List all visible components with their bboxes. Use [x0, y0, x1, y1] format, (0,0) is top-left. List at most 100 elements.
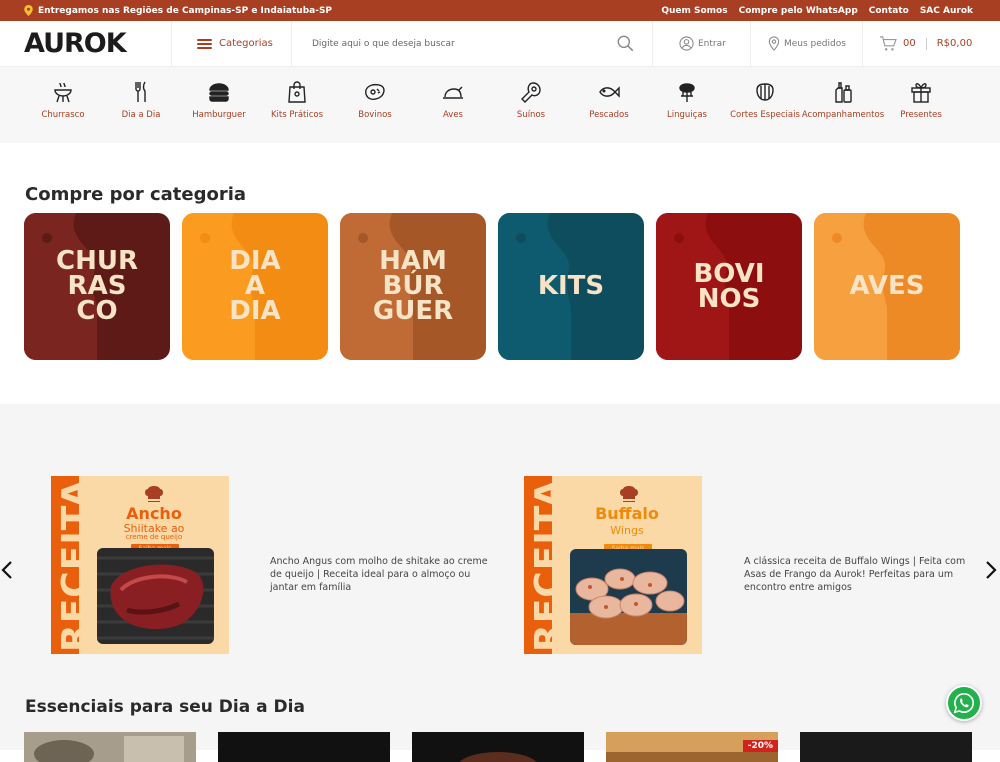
card-label: KITS	[537, 271, 605, 301]
product-card[interactable]: -20%	[606, 732, 778, 762]
product-card[interactable]	[218, 732, 390, 762]
nav-label: Cortes Especiais	[730, 110, 800, 120]
categories-button[interactable]: Categorias	[172, 21, 292, 66]
recipe-slide-ancho[interactable]: RECEITA Ancho Shiitake ao creme de queij…	[51, 476, 229, 654]
nav-label: Bovinos	[358, 110, 392, 120]
discount-badge: -20%	[742, 740, 778, 752]
nav-churrasco[interactable]: Churrasco	[24, 67, 102, 143]
nav-linguicas[interactable]: Linguiças	[648, 67, 726, 143]
chef-hat-icon	[620, 486, 638, 502]
nav-label: Churrasco	[41, 110, 85, 120]
card-label: CHUR RAS CO	[56, 246, 138, 326]
cart-count: 00	[903, 38, 916, 49]
logo[interactable]: AUROK	[0, 21, 172, 66]
login-label: Entrar	[698, 38, 726, 49]
card-aves[interactable]: AVES	[814, 213, 960, 360]
search-icon[interactable]	[617, 35, 634, 52]
nav-dia-a-dia[interactable]: Dia a Dia	[102, 67, 180, 143]
main-header: AUROK Categorias Entrar Meus pedidos 00 …	[0, 21, 1000, 67]
recipe-title: Ancho	[126, 504, 182, 523]
whatsapp-float-button[interactable]	[946, 685, 982, 721]
search-bar	[292, 21, 653, 66]
nav-aves[interactable]: Aves	[414, 67, 492, 143]
delivery-info: Entregamos nas Regiões de Campinas-SP e …	[24, 5, 332, 16]
nav-label: Aves	[442, 110, 463, 120]
card-kits[interactable]: KITS	[498, 213, 644, 360]
nav-label: Acompanhamentos	[801, 110, 885, 120]
link-contato[interactable]: Contato	[869, 6, 909, 16]
card-churrasco[interactable]: CHUR RAS CO	[24, 213, 170, 360]
fish-icon	[599, 86, 620, 98]
product-card[interactable]	[800, 732, 972, 762]
menu-icon	[197, 38, 212, 49]
nav-label: Hamburguer	[192, 110, 246, 120]
nav-acompanhamentos[interactable]: Acompanhamentos	[801, 67, 885, 143]
carousel-next-arrow-icon[interactable]	[984, 560, 998, 580]
bottles-icon	[835, 82, 852, 103]
steak-icon	[365, 83, 385, 100]
nav-cortes-especiais[interactable]: Cortes Especiais	[726, 67, 804, 143]
carousel-prev-arrow-icon[interactable]	[0, 560, 14, 580]
cart-icon	[880, 35, 897, 51]
category-nav: Churrasco Dia a Dia Hamburguer Kits Prát…	[0, 67, 1000, 143]
recipe-description: A clássica receita de Buffalo Wings | Fe…	[744, 556, 966, 593]
card-hamburguer[interactable]: HAM BÚR GUER	[340, 213, 486, 360]
card-dia-a-dia[interactable]: DIA A DIA	[182, 213, 328, 360]
search-input[interactable]	[312, 38, 592, 49]
location-icon	[768, 36, 780, 51]
recipe-slide-buffalo[interactable]: RECEITA Buffalo Wings Saiba mais	[524, 476, 702, 654]
recipe-subtitle2: creme de queijo	[125, 533, 183, 541]
grill-icon	[54, 82, 72, 103]
location-pin-icon	[24, 5, 33, 16]
nav-label: Presentes	[900, 110, 942, 120]
top-links: Quem Somos Compre pelo WhatsApp Contato …	[661, 6, 973, 16]
link-whatsapp[interactable]: Compre pelo WhatsApp	[739, 6, 858, 16]
nav-bovinos[interactable]: Bovinos	[336, 67, 414, 143]
nav-hamburguer[interactable]: Hamburguer	[180, 67, 258, 143]
whatsapp-icon	[953, 693, 975, 714]
user-icon	[679, 36, 694, 51]
cart-button[interactable]: 00 R$0,00	[863, 21, 972, 66]
recipe-subtitle: Wings	[610, 524, 644, 537]
burger-icon	[209, 83, 229, 102]
card-label: DIA A DIA	[229, 246, 281, 326]
product-strip: -20%	[24, 732, 994, 762]
nav-pescados[interactable]: Pescados	[570, 67, 648, 143]
card-label: HAM BÚR GUER	[372, 246, 454, 326]
cart-total: R$0,00	[936, 38, 973, 49]
nav-kits[interactable]: Kits Práticos	[258, 67, 336, 143]
gift-icon	[911, 83, 931, 103]
ham-icon	[521, 82, 541, 103]
cutlery-icon	[135, 81, 146, 102]
recipe-photo-wings	[570, 549, 687, 645]
chicken-icon	[443, 86, 463, 99]
nav-label: Kits Práticos	[270, 110, 324, 120]
product-card[interactable]	[412, 732, 584, 762]
orders-button[interactable]: Meus pedidos	[751, 21, 863, 66]
chef-hat-icon	[145, 486, 163, 502]
recipe-title: Buffalo	[595, 504, 659, 523]
delivery-text: Entregamos nas Regiões de Campinas-SP e …	[38, 5, 333, 16]
recipe-photo-steak	[97, 548, 214, 644]
login-button[interactable]: Entrar	[653, 21, 751, 66]
top-bar: Entregamos nas Regiões de Campinas-SP e …	[0, 0, 1000, 21]
cart-divider	[925, 37, 927, 50]
sausage-icon	[679, 83, 695, 102]
essentials-section-title: Essenciais para seu Dia a Dia	[25, 697, 305, 717]
nav-label: Suínos	[516, 110, 546, 120]
card-bovinos[interactable]: BOVI NOS	[656, 213, 802, 360]
ribs-icon	[756, 83, 774, 101]
product-card[interactable]	[24, 732, 196, 762]
orders-label: Meus pedidos	[784, 38, 846, 49]
link-sac[interactable]: SAC Aurok	[920, 6, 973, 16]
bag-icon	[288, 81, 306, 103]
nav-suinos[interactable]: Suínos	[492, 67, 570, 143]
card-label: BOVI NOS	[693, 258, 765, 314]
recipe-description: Ancho Angus com molho de shitake ao crem…	[270, 556, 488, 593]
link-quem-somos[interactable]: Quem Somos	[661, 6, 727, 16]
category-cards: CHUR RAS CO DIA A DIA HAM BÚR GUER KITS …	[24, 213, 960, 360]
card-label: AVES	[849, 271, 925, 301]
nav-label: Linguiças	[667, 110, 707, 120]
nav-label: Dia a Dia	[121, 110, 161, 120]
nav-presentes[interactable]: Presentes	[882, 67, 960, 143]
